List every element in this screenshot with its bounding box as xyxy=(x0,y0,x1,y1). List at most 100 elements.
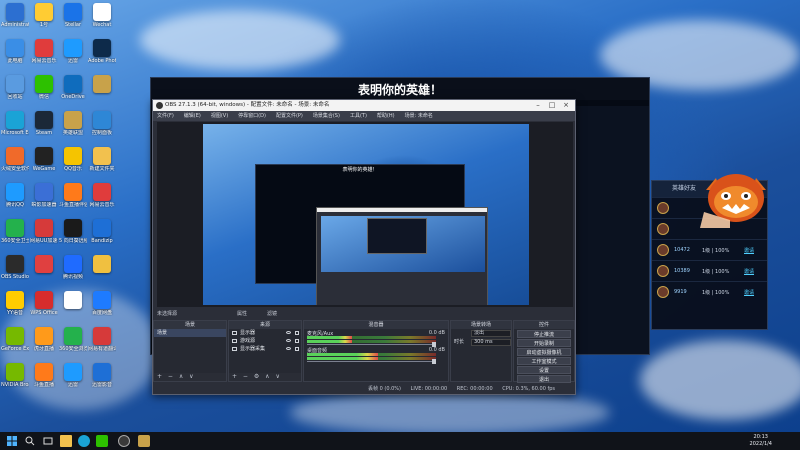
desktop-icon[interactable]: Wechat xyxy=(88,3,116,28)
desktop-icon[interactable]: 迅雷影音 xyxy=(88,363,116,388)
desktop-icon[interactable]: 腾讯QQ xyxy=(1,183,29,208)
file-explorer-icon[interactable] xyxy=(60,435,72,447)
task-view-icon[interactable] xyxy=(42,435,54,447)
transition-duration-input[interactable]: 300 ms xyxy=(471,339,511,346)
desktop-icon[interactable]: OneDrive xyxy=(59,75,87,100)
obs-menu-item[interactable]: 文件(F) xyxy=(157,113,174,119)
friend-invite-link[interactable]: 邀请 xyxy=(744,268,754,275)
desktop-icon[interactable] xyxy=(30,255,58,274)
desktop-icon[interactable]: 虎牙直播 xyxy=(30,327,58,352)
source-item[interactable]: 显示器 xyxy=(229,329,301,337)
control-button[interactable]: 启动虚拟摄像机 xyxy=(517,348,571,356)
control-button[interactable]: 设置 xyxy=(517,366,571,374)
desktop-icon[interactable]: 瞬影加速器 xyxy=(30,183,58,208)
obs-menu-item[interactable]: 配置文件(P) xyxy=(276,113,303,119)
friend-invite-link[interactable]: 邀请 xyxy=(744,247,754,254)
tray-icons[interactable] xyxy=(650,435,730,447)
visibility-icon[interactable] xyxy=(286,339,291,342)
desktop-icon[interactable] xyxy=(59,291,87,310)
desktop-icon[interactable]: YY语音 xyxy=(1,291,29,316)
obs-window[interactable]: OBS 27.1.3 (64-bit, windows) - 配置文件: 未命名… xyxy=(152,99,576,395)
scenes-dock-toolbar[interactable]: + − ∧ ∨ xyxy=(154,373,226,381)
volume-slider[interactable] xyxy=(307,361,436,362)
desktop-icon[interactable]: Bandizip xyxy=(88,219,116,244)
obs-preview[interactable]: 表明你的英雄！ xyxy=(157,122,573,307)
desktop-icon[interactable]: 1号 xyxy=(30,3,58,28)
obs-taskbar-icon[interactable] xyxy=(118,435,130,447)
taskbar-clock[interactable]: 20:13 2022/1/4 xyxy=(750,434,772,448)
obs-menu-item[interactable]: 场景: 未命名 xyxy=(405,113,433,119)
desktop-icon[interactable]: Stellar xyxy=(59,3,87,28)
desktop-icon[interactable]: 网易云音乐 xyxy=(30,39,58,64)
desktop-icon[interactable]: 新建文件夹 xyxy=(88,147,116,172)
desktop-icon[interactable] xyxy=(88,75,116,94)
desktop-icon[interactable]: 迅雷 xyxy=(59,363,87,388)
maximize-icon[interactable]: □ xyxy=(545,100,559,111)
lock-icon[interactable] xyxy=(295,347,299,351)
desktop-icon[interactable]: OBS Studio xyxy=(1,255,29,280)
desktop-icon[interactable]: Administrator xyxy=(1,3,29,28)
minimize-icon[interactable]: – xyxy=(531,100,545,111)
close-icon[interactable]: × xyxy=(559,100,573,111)
friend-row[interactable]: 10472 1级 | 100% 邀请 xyxy=(652,239,767,260)
lock-icon[interactable] xyxy=(295,331,299,335)
obs-menu-item[interactable]: 场景集合(S) xyxy=(313,113,340,119)
volume-slider-knob[interactable] xyxy=(432,359,436,364)
obs-menu-item[interactable]: 帮助(H) xyxy=(377,113,395,119)
visibility-icon[interactable] xyxy=(286,331,291,334)
visibility-icon[interactable] xyxy=(286,347,291,350)
desktop-icon[interactable]: 网易有道翻译 xyxy=(88,327,116,352)
obs-menu-item[interactable]: 工具(T) xyxy=(350,113,367,119)
wechat-taskbar-icon[interactable] xyxy=(96,435,108,447)
lock-icon[interactable] xyxy=(295,339,299,343)
desktop-icon[interactable]: 微信 xyxy=(30,75,58,100)
desktop-icon[interactable]: 回收站 xyxy=(1,75,29,100)
obs-titlebar[interactable]: OBS 27.1.3 (64-bit, windows) - 配置文件: 未命名… xyxy=(153,100,575,111)
desktop-icon[interactable]: WeGame xyxy=(30,147,58,172)
desktop-icon[interactable]: Steam xyxy=(30,111,58,136)
obs-menu-item[interactable]: 停靠窗口(D) xyxy=(238,113,266,119)
desktop-icon[interactable]: 网易云音乐 xyxy=(88,183,116,208)
friend-row[interactable]: 10389 1级 | 100% 邀请 xyxy=(652,260,767,281)
desktop-icon[interactable]: 5 向日葵远程 xyxy=(59,219,87,244)
scene-item[interactable]: 场景 xyxy=(154,329,226,337)
desktop-icon[interactable]: 火绒安全软件 xyxy=(1,147,29,172)
desktop-icon[interactable]: 百度网盘 xyxy=(88,291,116,316)
desktop-icon[interactable]: 迅雷 xyxy=(59,39,87,64)
desktop-icon[interactable]: 英雄联盟 xyxy=(59,111,87,136)
obs-menu-item[interactable]: 编辑(E) xyxy=(184,113,201,119)
desktop-icon[interactable]: 360安全浏览器 xyxy=(59,327,87,352)
friend-row[interactable]: 9919 1级 | 100% 邀请 xyxy=(652,281,767,302)
desktop-icon[interactable]: Microsoft Edge xyxy=(1,111,29,136)
filters-button[interactable]: 滤镜 xyxy=(267,310,277,317)
desktop-icon[interactable]: 360安全卫士 xyxy=(1,219,29,244)
transition-type-select[interactable]: 淡出 xyxy=(471,330,511,337)
obs-menu-item[interactable]: 视图(V) xyxy=(211,113,228,119)
desktop-icon[interactable]: NVIDIA Broadcast xyxy=(1,363,29,388)
desktop-icon[interactable]: Adobe Photoshop xyxy=(88,39,116,64)
transition-type[interactable]: 淡出 xyxy=(451,329,511,338)
desktop-icon[interactable]: 此电脑 xyxy=(1,39,29,64)
search-icon[interactable] xyxy=(24,435,36,447)
desktop-icon[interactable]: 网易UU加速器 xyxy=(30,219,58,244)
desktop-icon[interactable] xyxy=(88,255,116,274)
control-button[interactable]: 退出 xyxy=(517,375,571,383)
desktop-icon[interactable]: WPS Office xyxy=(30,291,58,316)
control-button[interactable]: 开始录制 xyxy=(517,339,571,347)
properties-button[interactable]: 属性 xyxy=(237,310,247,317)
control-button[interactable]: 停止推流 xyxy=(517,330,571,338)
desktop-icon[interactable]: 腾讯视频 xyxy=(59,255,87,280)
desktop-icon[interactable]: 斗鱼直播伴侣 xyxy=(59,183,87,208)
source-item[interactable]: 游戏源 xyxy=(229,337,301,345)
game-taskbar-icon[interactable] xyxy=(138,435,150,447)
volume-slider[interactable] xyxy=(307,344,436,345)
desktop-icon[interactable]: QQ音乐 xyxy=(59,147,87,172)
desktop-icon[interactable]: 控制面板 xyxy=(88,111,116,136)
friend-invite-link[interactable]: 邀请 xyxy=(744,289,754,296)
sources-dock-toolbar[interactable]: + − ⚙ ∧ ∨ xyxy=(229,373,301,381)
desktop-icon[interactable]: GeForce Experience xyxy=(1,327,29,352)
desktop-icon[interactable]: 斗鱼直播 xyxy=(30,363,58,388)
source-item[interactable]: 显示器采集 xyxy=(229,345,301,353)
control-button[interactable]: 工作室模式 xyxy=(517,357,571,365)
windows-start-icon[interactable] xyxy=(6,435,18,447)
